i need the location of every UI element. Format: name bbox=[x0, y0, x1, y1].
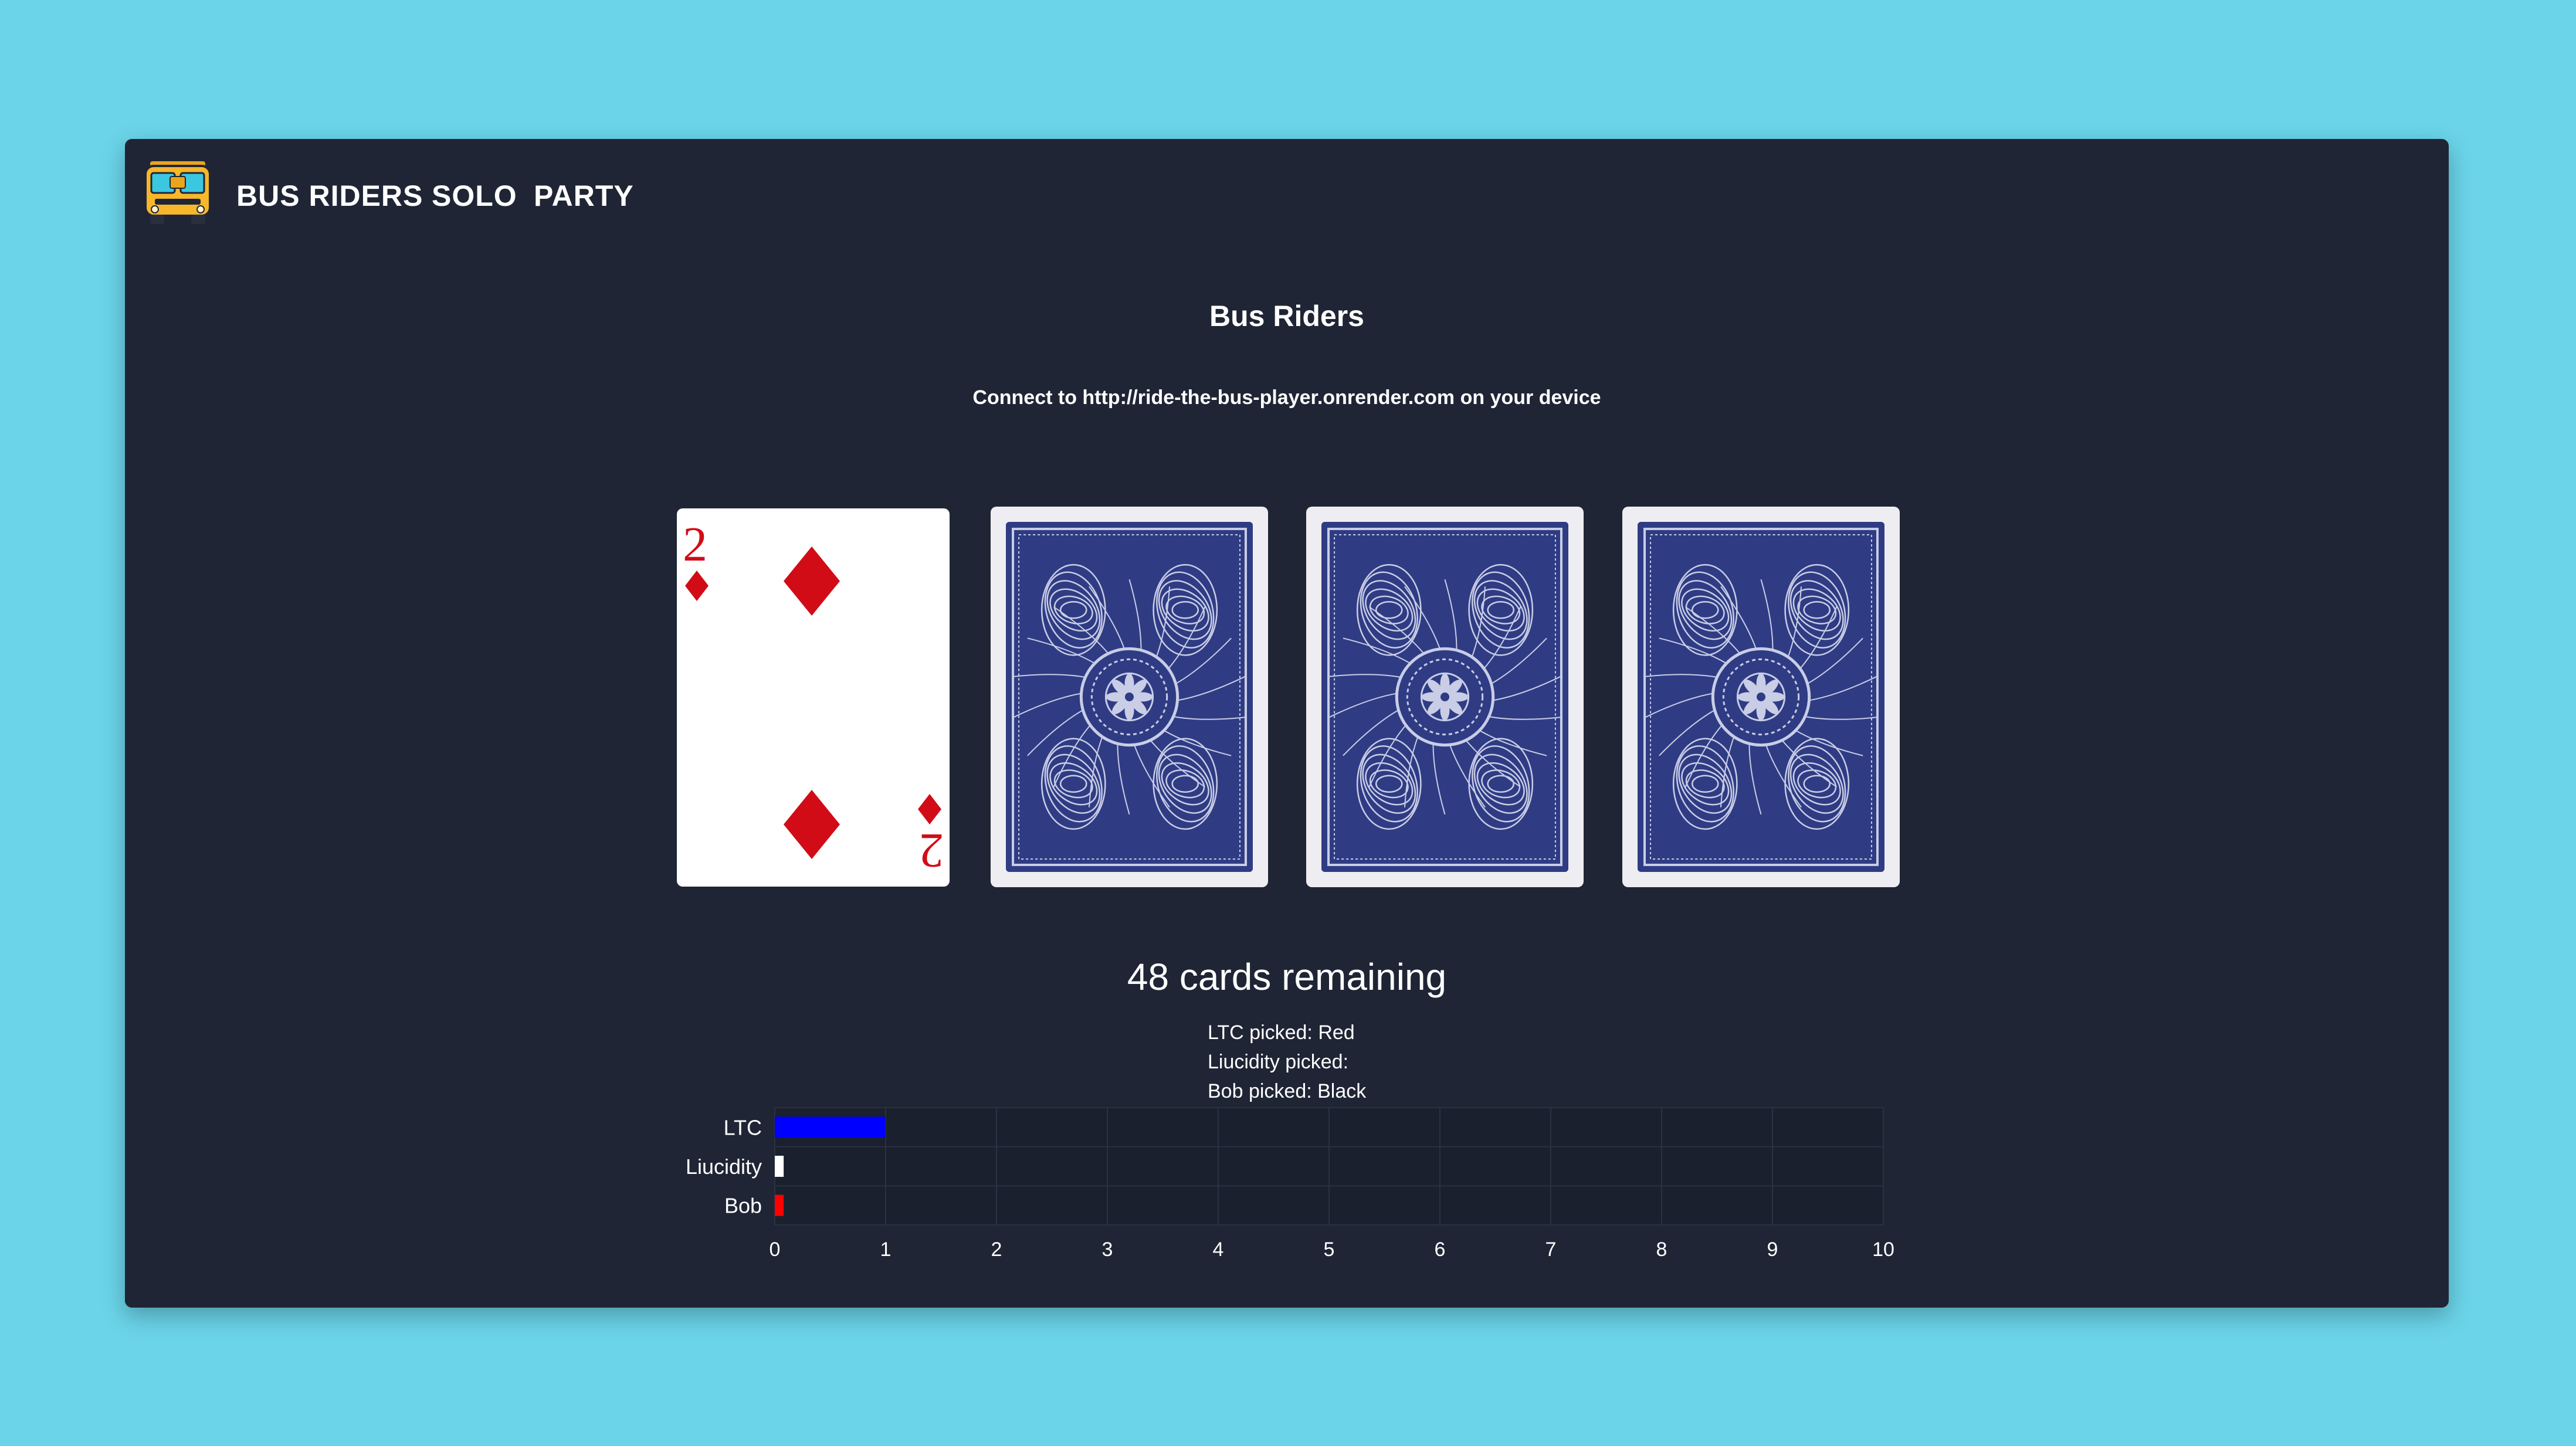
player-pick-liucidity: Liucidity picked: bbox=[1208, 1051, 1349, 1073]
card-back-pattern bbox=[1006, 522, 1253, 872]
card-face-down[interactable] bbox=[1306, 507, 1584, 887]
x-tick-label: 6 bbox=[1435, 1238, 1446, 1261]
card-rank-bottom: 2 bbox=[919, 823, 944, 878]
card-back-pattern bbox=[1321, 522, 1568, 872]
school-bus-icon[interactable] bbox=[140, 155, 216, 229]
card-back-pattern bbox=[1638, 522, 1884, 872]
y-category-label: LTC bbox=[724, 1115, 762, 1139]
card-face-down[interactable] bbox=[1622, 507, 1900, 887]
nav-party-link[interactable]: PARTY bbox=[534, 178, 634, 213]
diamond-small-icon bbox=[685, 571, 709, 601]
x-tick-label: 5 bbox=[1324, 1238, 1335, 1261]
card-rank-top: 2 bbox=[683, 517, 707, 572]
x-tick-label: 7 bbox=[1545, 1238, 1557, 1261]
cards-remaining-counter: 48 cards remaining bbox=[1127, 956, 1447, 998]
nav-brand-link[interactable]: BUS RIDERS bbox=[236, 178, 423, 213]
diamond-small-icon bbox=[918, 794, 941, 824]
page-title: Bus Riders bbox=[1209, 300, 1364, 332]
y-category-label: Liucidity bbox=[686, 1155, 762, 1179]
chart-bar-liucidity bbox=[775, 1156, 784, 1177]
x-tick-label: 1 bbox=[880, 1238, 892, 1261]
diamond-pip-icon bbox=[784, 790, 840, 859]
nav-solo-link[interactable]: SOLO bbox=[432, 178, 517, 213]
card-face-down[interactable] bbox=[991, 507, 1268, 887]
x-tick-label: 9 bbox=[1767, 1238, 1778, 1261]
x-tick-label: 3 bbox=[1102, 1238, 1113, 1261]
chart-bar-bob bbox=[775, 1194, 784, 1216]
x-tick-label: 10 bbox=[1872, 1238, 1894, 1261]
player-pick-ltc: LTC picked: Red bbox=[1208, 1021, 1355, 1044]
chart-bar-ltc bbox=[775, 1116, 886, 1138]
x-tick-label: 2 bbox=[991, 1238, 1002, 1261]
card-face-up[interactable]: 2 2 bbox=[677, 508, 950, 887]
y-category-label: Bob bbox=[724, 1194, 762, 1218]
x-tick-label: 4 bbox=[1213, 1238, 1224, 1261]
app-window: BUS RIDERS SOLO PARTY Bus Riders Connect… bbox=[125, 139, 2449, 1308]
connect-instructions: Connect to http://ride-the-bus-player.on… bbox=[972, 386, 1601, 409]
player-pick-bob: Bob picked: Black bbox=[1208, 1080, 1367, 1102]
diamond-pip-icon bbox=[784, 547, 840, 616]
x-tick-label: 0 bbox=[770, 1238, 781, 1261]
x-tick-label: 8 bbox=[1656, 1238, 1667, 1261]
chart-plot-area bbox=[775, 1108, 1883, 1225]
